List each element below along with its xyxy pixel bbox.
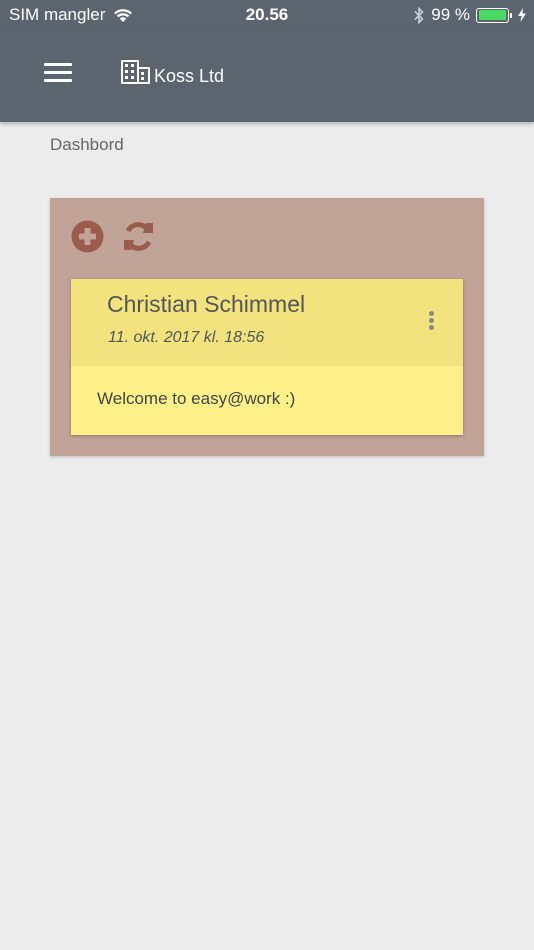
note-body: Welcome to easy@work :)	[97, 389, 296, 408]
building-icon	[121, 60, 150, 84]
board-toolbar	[71, 220, 155, 253]
note-author: Christian Schimmel	[107, 291, 306, 317]
battery-icon	[476, 7, 512, 23]
status-right: 99 %	[413, 5, 526, 25]
charging-icon	[518, 8, 526, 22]
bluetooth-icon	[414, 6, 424, 24]
hamburger-menu-icon[interactable]	[44, 63, 72, 85]
battery-fill	[478, 10, 507, 20]
note-card[interactable]: Christian Schimmel 11. okt. 2017 kl. 18:…	[71, 279, 463, 435]
battery-percent: 99 %	[431, 5, 470, 24]
company-brand: Koss Ltd	[121, 60, 225, 86]
app-bar: Koss Ltd	[0, 30, 534, 122]
company-name: Koss Ltd	[154, 66, 225, 86]
more-options-icon[interactable]	[427, 311, 435, 333]
note-header: Christian Schimmel 11. okt. 2017 kl. 18:…	[71, 279, 463, 366]
note-board: Christian Schimmel 11. okt. 2017 kl. 18:…	[50, 198, 484, 456]
add-circle-icon[interactable]	[71, 220, 104, 253]
status-bar: SIM mangler 20.56 99 %	[0, 0, 534, 30]
note-date: 11. okt. 2017 kl. 18:56	[108, 329, 265, 346]
refresh-icon[interactable]	[122, 220, 155, 253]
breadcrumb: Dashbord	[50, 135, 124, 154]
